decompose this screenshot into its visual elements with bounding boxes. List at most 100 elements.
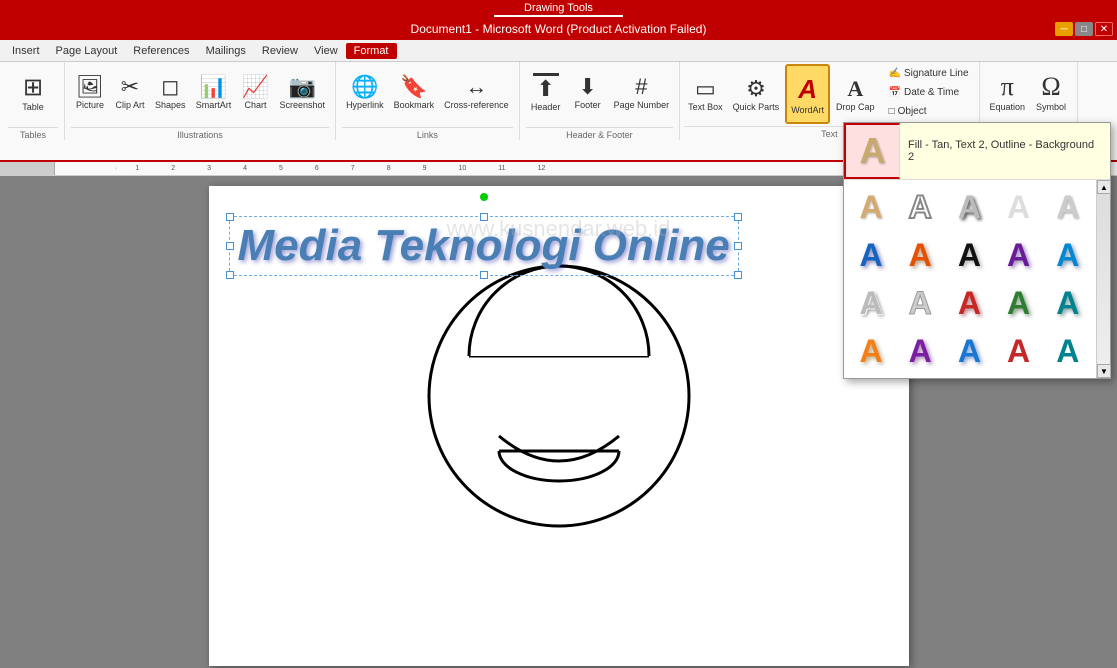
screenshot-button[interactable]: 📷 Screenshot xyxy=(276,62,330,122)
handle-top-right[interactable] xyxy=(734,213,742,221)
handle-bot-left[interactable] xyxy=(226,271,234,279)
menu-item-pagelayout[interactable]: Page Layout xyxy=(48,43,126,59)
datetime-button[interactable]: 📅 Date & Time xyxy=(883,83,975,101)
wordart-style-5[interactable]: A xyxy=(1045,184,1091,230)
textbox-button[interactable]: ▭ Text Box xyxy=(684,64,727,124)
drawing-tools-label: Drawing Tools xyxy=(494,1,623,17)
wordart-tooltip: Fill - Tan, Text 2, Outline - Background… xyxy=(900,123,1110,179)
menu-item-mailings[interactable]: Mailings xyxy=(198,43,254,59)
handle-bot-right[interactable] xyxy=(734,271,742,279)
clipart-button[interactable]: ✂ Clip Art xyxy=(111,62,149,122)
wordart-scrollbar: ▲ ▼ xyxy=(1096,180,1110,378)
wordart-style-17[interactable]: A xyxy=(897,328,943,374)
object-button[interactable]: □ Object xyxy=(883,102,975,120)
dropcap-icon: A xyxy=(847,76,863,102)
footer-icon: ⬇ xyxy=(578,74,596,100)
table-icon: ⊞ xyxy=(23,73,43,102)
handle-mid-left[interactable] xyxy=(226,242,234,250)
title-bar-container: Drawing Tools Document1 - Microsoft Word… xyxy=(0,0,1117,40)
document-page[interactable]: www.kusnendar.web.id Media Teknologi Onl… xyxy=(209,186,909,666)
wordart-textbox[interactable]: Media Teknologi Online xyxy=(229,216,739,276)
symbol-button[interactable]: Ω Symbol xyxy=(1031,62,1071,122)
shapes-button[interactable]: ◻ Shapes xyxy=(151,62,190,122)
wordart-style-7[interactable]: A xyxy=(897,232,943,278)
wordart-style-14[interactable]: A xyxy=(996,280,1042,326)
wordart-style-11[interactable]: A xyxy=(848,280,894,326)
smartart-icon: 📊 xyxy=(200,74,227,100)
wordart-style-13[interactable]: A xyxy=(946,280,992,326)
wordart-selected-item[interactable]: A xyxy=(844,123,900,179)
wordart-style-3[interactable]: A xyxy=(946,184,992,230)
handle-top-left[interactable] xyxy=(226,213,234,221)
crossref-button[interactable]: ↔ Cross-reference xyxy=(440,62,513,122)
rotation-handle[interactable] xyxy=(480,193,488,201)
table-button[interactable]: ⊞ Table xyxy=(8,62,58,122)
wordart-style-15[interactable]: A xyxy=(1045,280,1091,326)
clipart-icon: ✂ xyxy=(121,74,139,100)
textbox-icon: ▭ xyxy=(695,76,716,102)
close-button[interactable]: ✕ xyxy=(1095,22,1113,36)
menu-bar: Insert Page Layout References Mailings R… xyxy=(0,40,1117,62)
ribbon-group-links: 🌐 Hyperlink 🔖 Bookmark ↔ Cross-reference… xyxy=(336,62,520,140)
dropcap-button[interactable]: A Drop Cap xyxy=(832,64,879,124)
scrollbar-track[interactable] xyxy=(1097,194,1110,364)
header-icon: ⬆ xyxy=(533,73,559,102)
chart-button[interactable]: 📈 Chart xyxy=(238,62,274,122)
pagenumber-button[interactable]: # Page Number xyxy=(610,62,674,122)
shapes-icon: ◻ xyxy=(161,74,179,100)
smiley-container xyxy=(229,256,889,536)
menu-item-format[interactable]: Format xyxy=(346,43,397,59)
wordart-style-12[interactable]: A xyxy=(897,280,943,326)
datetime-icon: 📅 xyxy=(889,87,901,98)
hyperlink-icon: 🌐 xyxy=(351,74,378,100)
wordart-style-4[interactable]: A xyxy=(996,184,1042,230)
wordart-style-1[interactable]: A xyxy=(848,184,894,230)
handle-mid-right[interactable] xyxy=(734,242,742,250)
wordart-style-6[interactable]: A xyxy=(848,232,894,278)
menu-item-review[interactable]: Review xyxy=(254,43,306,59)
header-button[interactable]: ⬆ Header xyxy=(526,62,566,122)
wordart-text: Media Teknologi Online xyxy=(238,221,730,271)
hyperlink-button[interactable]: 🌐 Hyperlink xyxy=(342,62,388,122)
illustrations-group-label: Illustrations xyxy=(71,127,329,140)
pagenumber-icon: # xyxy=(635,74,647,100)
picture-icon: 🖼 xyxy=(76,74,104,100)
smiley-svg xyxy=(419,256,699,536)
scrollbar-up-button[interactable]: ▲ xyxy=(1097,180,1111,194)
wordart-style-16[interactable]: A xyxy=(848,328,894,374)
wordart-style-9[interactable]: A xyxy=(996,232,1042,278)
wordart-style-20[interactable]: A xyxy=(1045,328,1091,374)
signatureline-icon: ✍ xyxy=(889,68,901,79)
maximize-button[interactable]: □ xyxy=(1075,22,1093,36)
ribbon-group-tables: ⊞ Table Tables xyxy=(2,62,65,140)
menu-item-insert[interactable]: Insert xyxy=(4,43,48,59)
minimize-button[interactable]: ─ xyxy=(1055,22,1073,36)
quickparts-icon: ⚙ xyxy=(746,76,766,102)
title-text: Document1 - Microsoft Word (Product Acti… xyxy=(411,22,707,36)
bookmark-button[interactable]: 🔖 Bookmark xyxy=(390,62,439,122)
wordart-style-10[interactable]: A xyxy=(1045,232,1091,278)
equation-button[interactable]: π Equation xyxy=(986,62,1030,122)
bookmark-icon: 🔖 xyxy=(400,74,427,100)
wordart-dropdown: A Fill - Tan, Text 2, Outline - Backgrou… xyxy=(843,122,1111,379)
wordart-style-18[interactable]: A xyxy=(946,328,992,374)
chart-icon: 📈 xyxy=(242,74,269,100)
screenshot-icon: 📷 xyxy=(289,74,316,100)
handle-bot-center[interactable] xyxy=(480,271,488,279)
smartart-button[interactable]: 📊 SmartArt xyxy=(192,62,236,122)
object-icon: □ xyxy=(889,106,895,117)
picture-button[interactable]: 🖼 Picture xyxy=(71,62,109,122)
wordart-button[interactable]: A WordArt xyxy=(785,64,830,124)
ribbon-group-headerfooter: ⬆ Header ⬇ Footer # Page Number Header &… xyxy=(520,62,681,140)
wordart-style-19[interactable]: A xyxy=(996,328,1042,374)
signatureline-button[interactable]: ✍ Signature Line xyxy=(883,64,975,82)
scrollbar-down-button[interactable]: ▼ xyxy=(1097,364,1111,378)
wordart-style-8[interactable]: A xyxy=(946,232,992,278)
menu-item-view[interactable]: View xyxy=(306,43,346,59)
menu-item-references[interactable]: References xyxy=(125,43,197,59)
wordart-style-2[interactable]: A xyxy=(897,184,943,230)
quickparts-button[interactable]: ⚙ Quick Parts xyxy=(729,64,784,124)
ribbon-group-illustrations: 🖼 Picture ✂ Clip Art ◻ Shapes 📊 SmartArt… xyxy=(65,62,336,140)
handle-top-center[interactable] xyxy=(480,213,488,221)
footer-button[interactable]: ⬇ Footer xyxy=(568,62,608,122)
